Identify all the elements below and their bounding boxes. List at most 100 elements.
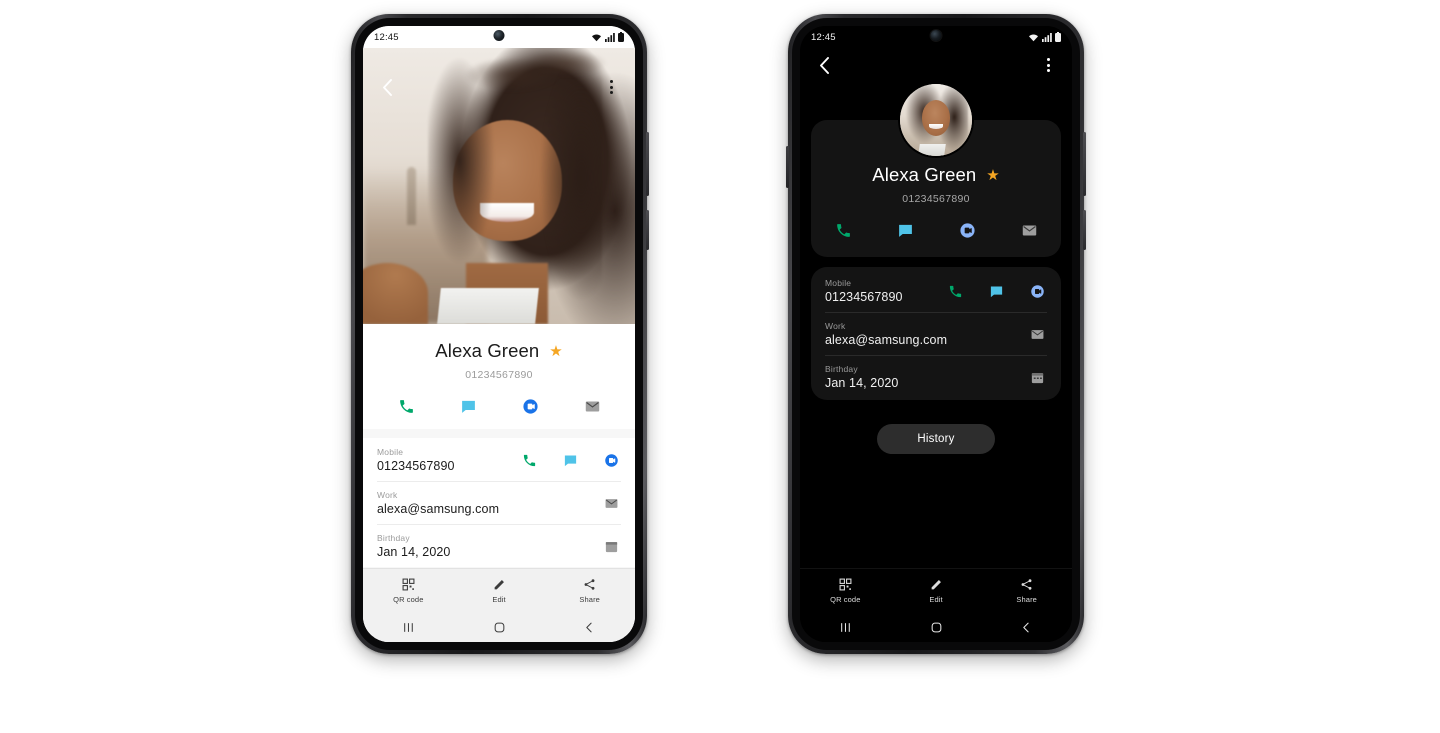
row-email-icon[interactable] (1028, 325, 1047, 344)
detail-row-mobile[interactable]: Mobile 01234567890 (363, 438, 635, 481)
avatar[interactable] (900, 84, 972, 156)
pencil-edit-icon (494, 579, 504, 589)
qr-code-button[interactable]: QR code (363, 578, 454, 604)
bottom-toolbar: QR code Edit Share (363, 568, 635, 612)
home-icon (494, 622, 504, 632)
side-key-left[interactable] (786, 146, 789, 188)
share-button[interactable]: Share (544, 578, 635, 604)
back-nav-icon (586, 622, 592, 632)
video-call-action[interactable] (956, 219, 978, 241)
contact-hero: Alexa Green ★ 01234567890 (800, 84, 1072, 257)
status-icons (1028, 32, 1061, 42)
signal-icon (1042, 32, 1052, 42)
quick-actions-row (363, 395, 635, 417)
qr-code-icon (402, 578, 415, 590)
history-button[interactable]: History (877, 424, 995, 454)
mockup-canvas: 12:45 Alexa Green ★ 01234567890 Mobile 0… (0, 0, 1440, 733)
edit-button[interactable]: Edit (891, 578, 982, 604)
battery-icon (1055, 32, 1061, 42)
detail-label: Mobile (377, 447, 404, 457)
detail-row-mobile[interactable]: Mobile 01234567890 (811, 269, 1061, 312)
name-row: Alexa Green ★ (825, 164, 1047, 186)
detail-label: Work (825, 321, 846, 331)
status-bar: 12:45 (800, 26, 1072, 48)
video-call-action[interactable] (519, 395, 541, 417)
row-email-icon[interactable] (602, 494, 621, 513)
detail-row-work[interactable]: Work alexa@samsung.com (363, 481, 635, 524)
tool-label: QR code (830, 594, 861, 604)
row-video-icon[interactable] (1028, 282, 1047, 301)
row-calendar-icon[interactable] (1028, 368, 1047, 387)
back-icon[interactable] (813, 54, 835, 76)
history-section: History (800, 424, 1072, 454)
contact-details-card: Mobile 01234567890 Work alexa@samsung.co… (363, 438, 635, 567)
power-button[interactable] (1083, 210, 1086, 250)
recents-nav[interactable] (800, 621, 891, 634)
detail-value: 01234567890 (825, 290, 903, 304)
navigation-bar (800, 612, 1072, 642)
row-call-icon[interactable] (520, 451, 539, 470)
message-action[interactable] (894, 219, 916, 241)
back-nav[interactable] (544, 621, 635, 634)
contact-photo[interactable] (363, 48, 635, 324)
back-nav[interactable] (981, 621, 1072, 634)
share-icon (584, 578, 595, 590)
recents-nav[interactable] (363, 621, 454, 634)
share-button[interactable]: Share (981, 578, 1072, 604)
row-video-icon[interactable] (602, 451, 621, 470)
navigation-bar (363, 612, 635, 642)
contact-name: Alexa Green (435, 340, 540, 361)
tool-label: QR code (393, 594, 424, 604)
home-nav[interactable] (891, 621, 982, 634)
detail-value: Jan 14, 2020 (377, 545, 451, 559)
wifi-icon (1029, 34, 1038, 41)
message-action[interactable] (457, 395, 479, 417)
detail-row-birthday[interactable]: Birthday Jan 14, 2020 (363, 524, 635, 567)
name-row: Alexa Green ★ (363, 340, 635, 362)
detail-row-birthday[interactable]: Birthday Jan 14, 2020 (811, 355, 1061, 398)
row-message-icon[interactable] (561, 451, 580, 470)
more-options-icon[interactable] (1037, 54, 1059, 76)
screen-dark: 12:45 Alexa Green ★ 01234567890 Mobile 0… (800, 26, 1072, 642)
favorite-star-icon[interactable]: ★ (549, 344, 562, 359)
detail-row-work[interactable]: Work alexa@samsung.com (811, 312, 1061, 355)
edit-button[interactable]: Edit (454, 578, 545, 604)
email-action[interactable] (581, 395, 603, 417)
power-button[interactable] (646, 210, 649, 250)
tool-label: Edit (492, 594, 506, 604)
detail-value: 01234567890 (377, 459, 455, 473)
detail-label: Mobile (825, 278, 852, 288)
quick-actions-row (825, 219, 1047, 241)
email-action[interactable] (1018, 219, 1040, 241)
volume-button[interactable] (646, 132, 649, 196)
back-icon[interactable] (376, 76, 398, 98)
front-camera-icon (493, 30, 505, 41)
detail-value: Jan 14, 2020 (825, 376, 899, 390)
tool-label: Edit (929, 594, 943, 604)
home-nav[interactable] (454, 621, 545, 634)
call-action[interactable] (832, 219, 854, 241)
contact-number: 01234567890 (465, 369, 533, 381)
more-options-icon[interactable] (600, 76, 622, 98)
contact-header-card: Alexa Green ★ 01234567890 (363, 324, 635, 429)
detail-value: alexa@samsung.com (377, 502, 500, 516)
contact-details-card: Mobile 01234567890 Work alexa@samsung.co… (811, 267, 1061, 400)
detail-label: Birthday (825, 364, 858, 374)
volume-button[interactable] (1083, 132, 1086, 196)
row-call-icon[interactable] (946, 282, 965, 301)
row-message-icon[interactable] (987, 282, 1006, 301)
status-icons (591, 32, 624, 42)
screen-light: 12:45 Alexa Green ★ 01234567890 Mobile 0… (363, 26, 635, 642)
favorite-star-icon[interactable]: ★ (986, 168, 999, 183)
app-bar (800, 48, 1072, 82)
row-calendar-icon[interactable] (602, 537, 621, 556)
pencil-edit-icon (931, 579, 941, 589)
call-action[interactable] (395, 395, 417, 417)
tool-label: Share (1016, 594, 1037, 604)
status-time: 12:45 (374, 31, 399, 43)
qr-code-button[interactable]: QR code (800, 578, 891, 604)
back-nav-icon (1023, 622, 1029, 632)
bottom-toolbar: QR code Edit Share (800, 568, 1072, 612)
home-icon (931, 622, 941, 632)
phone-light-theme: 12:45 Alexa Green ★ 01234567890 Mobile 0… (351, 14, 649, 654)
